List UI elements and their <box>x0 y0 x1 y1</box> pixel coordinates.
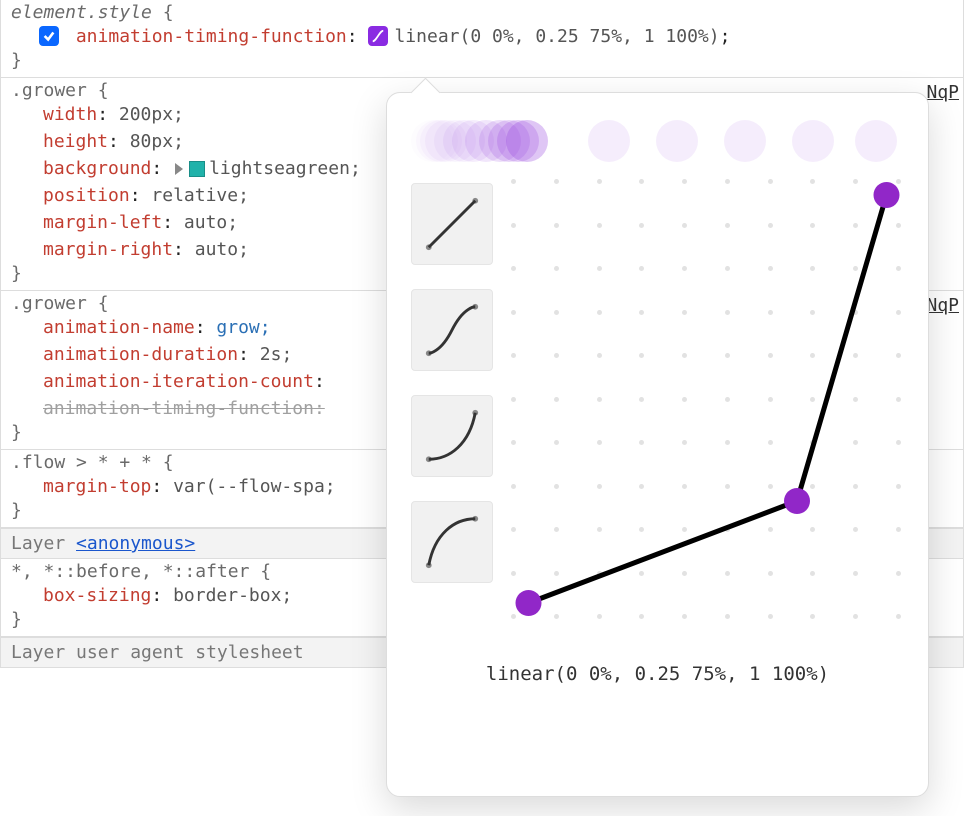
selector[interactable]: *, *::before, *::after <box>11 561 249 582</box>
property-name[interactable]: background <box>43 158 151 179</box>
property-name[interactable]: width <box>43 104 97 125</box>
selector[interactable]: .flow > * + * <box>11 452 152 473</box>
preview-dot <box>724 120 766 162</box>
property-name[interactable]: animation-timing-function <box>43 398 314 419</box>
curve-handle-2[interactable] <box>874 182 900 208</box>
toggle-checkbox[interactable] <box>39 26 59 46</box>
property-name[interactable]: animation-duration <box>43 344 238 365</box>
property-value[interactable]: lightseagreen; <box>209 158 361 179</box>
curve-canvas[interactable] <box>511 179 904 619</box>
property-name[interactable]: margin-left <box>43 212 162 233</box>
property-value[interactable]: 2s; <box>260 344 293 365</box>
property-value[interactable]: auto; <box>195 239 249 260</box>
property-name[interactable]: box-sizing <box>43 585 151 606</box>
selector[interactable]: element.style <box>11 2 152 23</box>
curve-editor[interactable] <box>511 179 904 619</box>
preview-dot <box>855 120 897 162</box>
layer-link[interactable]: <anonymous> <box>76 533 195 554</box>
property-name[interactable]: animation-iteration-count <box>43 371 314 392</box>
property-value[interactable]: var(--flow-spa; <box>173 476 336 497</box>
property-animation-timing-function[interactable]: animation-timing-function: linear(0 0%, … <box>11 23 953 50</box>
easing-curve[interactable] <box>529 195 887 603</box>
source-link[interactable]: NqP <box>926 82 959 103</box>
preset-ease-out[interactable] <box>411 501 493 583</box>
rule-element-style: element.style { animation-timing-functio… <box>0 0 964 78</box>
property-name[interactable]: position <box>43 185 130 206</box>
property-value[interactable]: 200px; <box>119 104 184 125</box>
curve-handle-1[interactable] <box>784 488 810 514</box>
preview-dot <box>588 120 630 162</box>
selector[interactable]: .grower <box>11 80 87 101</box>
easing-editor-popover: linear(0 0%, 0.25 75%, 1 100%) <box>386 92 929 797</box>
animation-preview <box>411 115 904 167</box>
preview-dot <box>656 120 698 162</box>
property-name[interactable]: animation-name <box>43 317 195 338</box>
preview-dot <box>792 120 834 162</box>
property-value[interactable]: 80px; <box>130 131 184 152</box>
property-value[interactable]: grow; <box>216 317 270 338</box>
property-value[interactable]: relative; <box>151 185 249 206</box>
preset-ease-in[interactable] <box>411 395 493 477</box>
preset-linear[interactable] <box>411 183 493 265</box>
preset-ease-in-out[interactable] <box>411 289 493 371</box>
easing-output: linear(0 0%, 0.25 75%, 1 100%) <box>411 663 904 685</box>
preset-list <box>411 179 493 619</box>
property-name[interactable]: height <box>43 131 108 152</box>
color-swatch[interactable] <box>189 161 205 177</box>
preview-dot <box>506 120 548 162</box>
selector[interactable]: .grower <box>11 293 87 314</box>
property-value[interactable]: auto; <box>184 212 238 233</box>
property-value[interactable]: border-box; <box>173 585 292 606</box>
property-name[interactable]: margin-right <box>43 239 173 260</box>
easing-swatch[interactable] <box>368 26 388 46</box>
expand-icon[interactable] <box>175 163 183 175</box>
curve-handle-0[interactable] <box>516 590 542 616</box>
property-name[interactable]: margin-top <box>43 476 151 497</box>
source-link[interactable]: NqP <box>926 295 959 316</box>
